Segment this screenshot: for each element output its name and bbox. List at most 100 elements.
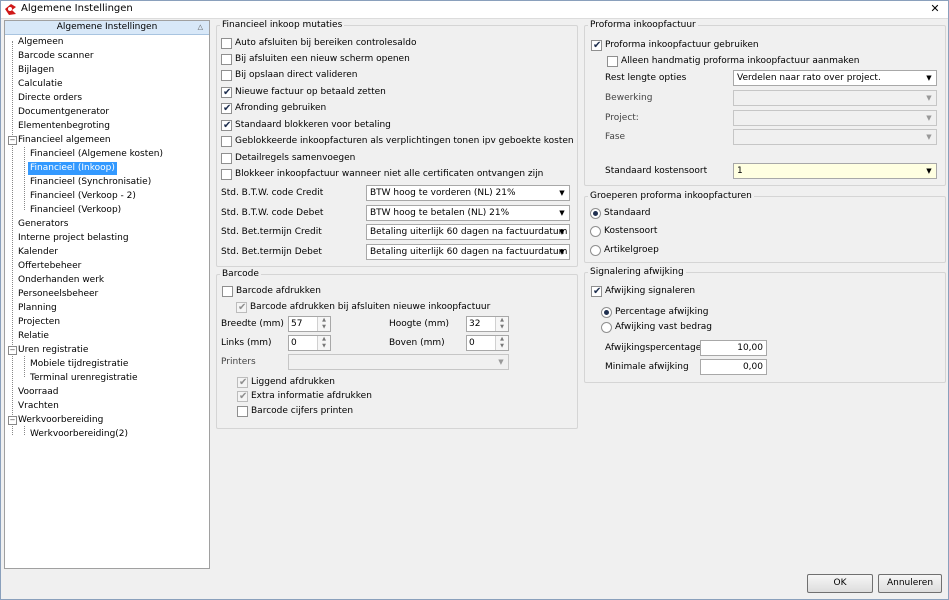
checkbox[interactable] bbox=[221, 153, 232, 164]
close-icon[interactable]: ✕ bbox=[928, 2, 942, 16]
group-title: Signalering afwijking bbox=[588, 267, 686, 278]
tree-item-calculatie[interactable]: Calculatie bbox=[16, 78, 65, 91]
checkbox[interactable] bbox=[237, 375, 248, 390]
checkbox[interactable] bbox=[221, 101, 232, 116]
tree-item-terminal-urenregistratie[interactable]: Terminal urenregistratie bbox=[28, 372, 140, 385]
checkbox[interactable] bbox=[222, 286, 233, 297]
input-minimale-afwijking[interactable]: 0,00 bbox=[700, 359, 767, 375]
spin-buttons[interactable]: ▲ ▼ bbox=[317, 317, 330, 331]
tree-item-directe-orders[interactable]: Directe orders bbox=[16, 92, 84, 105]
tree-item-personeelsbeheer[interactable]: Personeelsbeheer bbox=[16, 288, 100, 301]
label-btw-credit: Std. B.T.W. code Credit bbox=[221, 188, 324, 198]
tree-item-mobiele-tijdregistratie[interactable]: Mobiele tijdregistratie bbox=[28, 358, 130, 371]
label-printers: Printers bbox=[221, 357, 256, 367]
tree-item-onderhanden-werk[interactable]: Onderhanden werk bbox=[16, 274, 106, 287]
select-printers[interactable]: ▼ bbox=[288, 354, 509, 370]
group-title: Proforma inkoopfactuur bbox=[588, 20, 698, 31]
checkbox[interactable] bbox=[237, 406, 248, 417]
select-project[interactable]: ▼ bbox=[733, 110, 937, 126]
tree-item-uren-registratie[interactable]: Uren registratie bbox=[16, 344, 90, 357]
select-betermijn-credit[interactable]: Betaling uiterlijk 60 dagen na factuurda… bbox=[366, 224, 570, 240]
select-btw-debet[interactable]: BTW hoog te betalen (NL) 21% ▼ bbox=[366, 205, 570, 221]
tree-item-financieel-synchronisatie[interactable]: Financieel (Synchronisatie) bbox=[28, 176, 153, 189]
tree-item-interne-project-belasting[interactable]: Interne project belasting bbox=[16, 232, 131, 245]
tree-item-financieel-inkoop[interactable]: Financieel (Inkoop) bbox=[28, 162, 117, 175]
tree-item-offertebeheer[interactable]: Offertebeheer bbox=[16, 260, 83, 273]
label-standaard-kostensoort: Standaard kostensoort bbox=[605, 166, 708, 176]
spin-buttons[interactable]: ▲ ▼ bbox=[317, 336, 330, 350]
tree-item-financieel-verkoop-2[interactable]: Financieel (Verkoop - 2) bbox=[28, 190, 138, 203]
group-title: Financieel inkoop mutaties bbox=[220, 20, 345, 31]
tree-item-werkvoorbereiding-2[interactable]: Werkvoorbereiding(2) bbox=[28, 428, 130, 441]
tree-item-projecten[interactable]: Projecten bbox=[16, 316, 62, 329]
ok-button[interactable]: OK bbox=[807, 574, 873, 593]
dropdown-arrow-icon[interactable]: ▼ bbox=[555, 245, 569, 259]
checkbox[interactable] bbox=[607, 56, 618, 67]
checkbox[interactable] bbox=[221, 70, 232, 81]
dropdown-arrow-icon[interactable]: ▼ bbox=[922, 71, 936, 85]
tree-item-financieel-verkoop[interactable]: Financieel (Verkoop) bbox=[28, 204, 123, 217]
tree-item-vrachten[interactable]: Vrachten bbox=[16, 400, 61, 413]
select-bewerking[interactable]: ▼ bbox=[733, 90, 937, 106]
label-fase: Fase bbox=[605, 132, 626, 142]
dropdown-arrow-icon[interactable]: ▼ bbox=[555, 206, 569, 220]
select-betermijn-debet[interactable]: Betaling uiterlijk 60 dagen na factuurda… bbox=[366, 244, 570, 260]
radio-button[interactable] bbox=[590, 226, 601, 237]
select-standaard-kostensoort[interactable]: 1 ▼ bbox=[733, 163, 937, 179]
window-title: Algemene Instellingen bbox=[21, 3, 133, 14]
sort-arrow-icon[interactable]: △ bbox=[198, 21, 203, 34]
checkbox[interactable] bbox=[221, 169, 232, 180]
tree-item-generators[interactable]: Generators bbox=[16, 218, 70, 231]
radio-button[interactable] bbox=[590, 208, 601, 219]
spin-buttons[interactable]: ▲ ▼ bbox=[495, 317, 508, 331]
select-fase[interactable]: ▼ bbox=[733, 129, 937, 145]
tree-item-voorraad[interactable]: Voorraad bbox=[16, 386, 60, 399]
tree-line bbox=[24, 356, 25, 377]
dropdown-arrow-icon[interactable]: ▼ bbox=[555, 225, 569, 239]
checkbox[interactable] bbox=[221, 85, 232, 100]
tree-item-documentgenerator[interactable]: Documentgenerator bbox=[16, 106, 111, 119]
checkbox[interactable] bbox=[591, 38, 602, 53]
checkbox[interactable] bbox=[591, 284, 602, 299]
dropdown-arrow-icon[interactable]: ▼ bbox=[922, 111, 936, 125]
checkbox[interactable] bbox=[221, 136, 232, 147]
tree-item-elementenbegroting[interactable]: Elementenbegroting bbox=[16, 120, 112, 133]
dropdown-arrow-icon[interactable]: ▼ bbox=[922, 130, 936, 144]
select-btw-credit[interactable]: BTW hoog te vorderen (NL) 21% ▼ bbox=[366, 185, 570, 201]
spin-buttons[interactable]: ▲ ▼ bbox=[495, 336, 508, 350]
radio-button[interactable] bbox=[590, 245, 601, 256]
dropdown-arrow-icon[interactable]: ▼ bbox=[494, 355, 508, 369]
spin-breedte[interactable]: 57 ▲ ▼ bbox=[288, 316, 331, 332]
input-afwijkingspercentage[interactable]: 10,00 bbox=[700, 340, 767, 356]
title-bar: Algemene Instellingen ✕ bbox=[1, 1, 948, 19]
tree-item-relatie[interactable]: Relatie bbox=[16, 330, 51, 343]
tree-item-financieel-algemene-kosten[interactable]: Financieel (Algemene kosten) bbox=[28, 148, 165, 161]
checkbox[interactable] bbox=[221, 38, 232, 49]
checkbox[interactable] bbox=[221, 118, 232, 133]
checkbox[interactable] bbox=[237, 389, 248, 404]
tree-item-financieel-algemeen[interactable]: Financieel algemeen bbox=[16, 134, 113, 147]
tree-line bbox=[24, 147, 25, 210]
tree-item-barcode-scanner[interactable]: Barcode scanner bbox=[16, 50, 96, 63]
label-afwijkingspercentage: Afwijkingspercentage bbox=[605, 343, 702, 353]
spin-links[interactable]: 0 ▲ ▼ bbox=[288, 335, 331, 351]
tree-item-algemeen[interactable]: Algemeen bbox=[16, 36, 65, 49]
dropdown-arrow-icon[interactable]: ▼ bbox=[555, 186, 569, 200]
spin-hoogte[interactable]: 32 ▲ ▼ bbox=[466, 316, 509, 332]
checkbox[interactable] bbox=[221, 54, 232, 65]
label-breedte: Breedte (mm) bbox=[221, 319, 284, 329]
radio-button[interactable] bbox=[601, 307, 612, 318]
tree-header-label: Algemene Instellingen bbox=[56, 22, 158, 32]
dropdown-arrow-icon[interactable]: ▼ bbox=[922, 91, 936, 105]
select-rest-lengte[interactable]: Verdelen naar rato over project. ▼ bbox=[733, 70, 937, 86]
spin-boven[interactable]: 0 ▲ ▼ bbox=[466, 335, 509, 351]
tree-item-kalender[interactable]: Kalender bbox=[16, 246, 60, 259]
cancel-button[interactable]: Annuleren bbox=[878, 574, 942, 593]
checkbox[interactable] bbox=[236, 300, 247, 315]
dropdown-arrow-icon[interactable]: ▼ bbox=[922, 164, 936, 178]
radio-button[interactable] bbox=[601, 322, 612, 333]
tree-item-planning[interactable]: Planning bbox=[16, 302, 59, 315]
tree-header[interactable]: Algemene Instellingen △ bbox=[5, 21, 209, 35]
tree-item-werkvoorbereiding[interactable]: Werkvoorbereiding bbox=[16, 414, 105, 427]
tree-item-bijlagen[interactable]: Bijlagen bbox=[16, 64, 56, 77]
